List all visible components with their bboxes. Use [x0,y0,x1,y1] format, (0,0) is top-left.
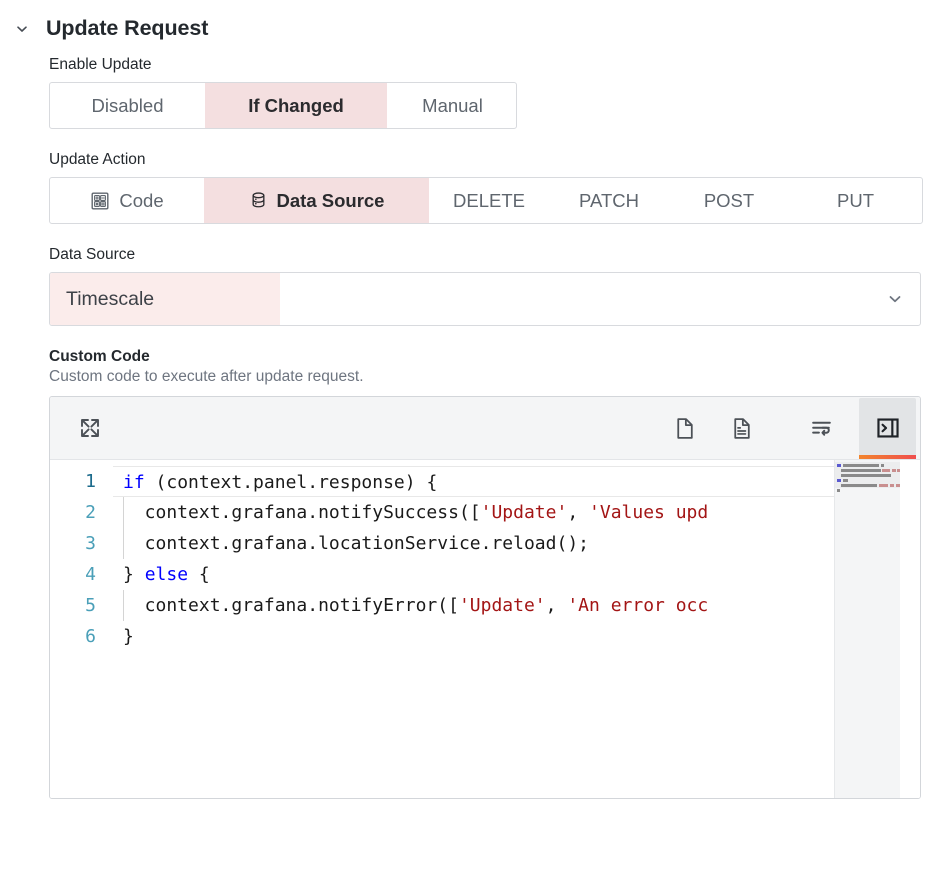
minimap-line [837,479,841,482]
chevron-down-icon[interactable] [886,290,904,308]
update-action-option-code-label: Code [119,189,164,211]
code-token: 'Update' [458,595,546,616]
update-action-option-data-source[interactable]: Data Source [204,178,429,223]
minimap-line [843,479,848,482]
code-token: , [567,502,590,523]
update-action-option-data-source-label: Data Source [276,189,385,211]
enable-update-field: Enable Update Disabled If Changed Manual [0,56,946,129]
data-source-label: Data Source [49,246,136,263]
enable-update-label: Enable Update [49,56,152,73]
line-number-gutter: 1 2 3 4 5 6 [50,460,113,798]
chevron-down-icon[interactable] [12,19,32,39]
update-action-option-put[interactable]: PUT [789,178,922,223]
minimap-line [843,464,879,467]
database-icon [249,191,268,210]
indent-guide [123,528,124,559]
update-action-radio-group[interactable]: Code Data Source DELETE PATCH POST PUT [49,177,923,224]
line-number: 5 [85,595,96,616]
code-editor: 1 2 3 4 5 6 if (context.panel.response) { con… [49,396,921,799]
update-action-option-patch[interactable]: PATCH [549,178,669,223]
expand-icon[interactable] [64,405,116,451]
enable-update-radio-group[interactable]: Disabled If Changed Manual [49,82,517,129]
page-title: Update Request [46,16,209,40]
data-source-select[interactable]: Timescale [49,272,921,326]
code-token: , [545,595,568,616]
editor-vertical-scrollbar[interactable] [900,460,920,798]
enable-update-option-disabled[interactable]: Disabled [50,83,205,128]
update-action-option-delete[interactable]: DELETE [429,178,549,223]
toggle-minimap-icon[interactable] [859,398,916,459]
line-number: 6 [85,626,96,647]
code-line[interactable]: context.grafana.locationService.reload()… [113,528,920,559]
minimap-line [841,474,891,477]
custom-code-label: Custom Code [49,348,150,365]
custom-code-description: Custom code to execute after update requ… [49,368,364,385]
code-line[interactable]: context.grafana.notifySuccess(['Update',… [113,497,920,528]
update-action-option-code[interactable]: Code [50,178,204,223]
enable-update-option-manual[interactable]: Manual [387,83,516,128]
code-token: } [123,626,134,647]
line-number: 3 [85,533,96,554]
code-line[interactable]: context.grafana.notifyError(['Update', '… [113,590,920,621]
update-action-option-post[interactable]: POST [669,178,789,223]
data-source-field: Data Source Timescale [0,246,946,326]
line-number: 1 [85,471,96,492]
code-token: { [188,564,210,585]
section-header: Update Request [0,0,946,44]
code-minimap[interactable] [834,460,900,798]
update-action-label: Update Action [49,151,146,168]
code-token: context.grafana.notifySuccess([ [123,502,481,523]
code-line[interactable]: } [113,621,920,652]
minimap-line [841,484,877,487]
line-number: 4 [85,564,96,585]
code-token: } [123,564,145,585]
code-content[interactable]: if (context.panel.response) { context.gr… [113,460,920,798]
code-token: context.grafana.notifyError([ [123,595,459,616]
minimap-line [837,464,841,467]
code-token: 'Update' [480,502,568,523]
update-request-panel: Update Request Enable Update Disabled If… [0,0,946,884]
minimap-line [890,484,894,487]
minimap-line [892,469,896,472]
code-token: 'Values upd [589,502,709,523]
minimap-line [881,464,884,467]
minimap-line [841,469,881,472]
minimap-line [882,469,890,472]
code-token: if [123,472,145,493]
minimap-line [879,484,888,487]
line-number: 2 [85,502,96,523]
code-editor-toolbar [50,397,920,460]
code-line[interactable]: if (context.panel.response) { [113,466,920,497]
file-blank-icon[interactable] [662,406,706,451]
indent-guide [123,497,124,528]
code-token: (context.panel.response) { [144,472,438,493]
file-text-icon[interactable] [719,406,763,451]
calculator-icon [90,191,110,211]
code-line[interactable]: } else { [113,559,920,590]
minimap-line [837,489,840,492]
code-token: 'An error occ [567,595,709,616]
indent-guide [123,590,124,621]
code-token: else [144,564,189,585]
code-editor-body[interactable]: 1 2 3 4 5 6 if (context.panel.response) { con… [50,460,920,798]
enable-update-option-if-changed[interactable]: If Changed [205,83,387,128]
update-action-field: Update Action Code Data Source DELETE PA… [0,151,946,224]
data-source-selected-value: Timescale [50,273,280,325]
word-wrap-icon[interactable] [799,406,843,451]
code-token: context.grafana.locationService.reload()… [123,533,589,554]
custom-code-field: Custom Code Custom code to execute after… [0,348,946,799]
